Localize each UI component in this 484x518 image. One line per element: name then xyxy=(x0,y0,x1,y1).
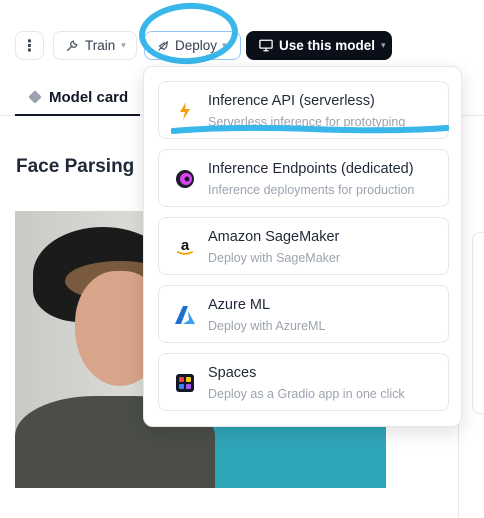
model-toolbar: ⋮ Train ▾ Deploy ▾ Use this model ▾ xyxy=(15,31,484,61)
menu-item-title: Inference API (serverless) xyxy=(208,93,375,109)
menu-item-subtitle: Deploy as a Gradio app in one click xyxy=(208,387,405,401)
train-label: Train xyxy=(85,38,116,53)
cube-icon xyxy=(28,90,42,104)
menu-item-inference-api[interactable]: Inference API (serverless) Serverless in… xyxy=(158,81,449,139)
wrench-icon xyxy=(66,39,78,51)
menu-item-amazon-sagemaker[interactable]: a Amazon SageMaker Deploy with SageMaker xyxy=(158,217,449,275)
tab-model-card-label: Model card xyxy=(49,88,129,106)
spaces-icon xyxy=(175,373,195,393)
monitor-icon xyxy=(259,39,273,52)
endpoints-icon xyxy=(175,169,195,189)
menu-item-title: Spaces xyxy=(208,365,257,381)
menu-item-azure-ml[interactable]: Azure ML Deploy with AzureML xyxy=(158,285,449,343)
svg-text:a: a xyxy=(181,237,190,254)
azure-icon xyxy=(175,305,195,325)
tab-model-card[interactable]: Model card xyxy=(15,80,140,116)
more-options-icon: ⋮ xyxy=(21,37,38,55)
menu-item-subtitle: Deploy with AzureML xyxy=(208,319,326,333)
menu-item-subtitle: Deploy with SageMaker xyxy=(208,251,341,265)
deploy-button[interactable]: Deploy ▾ xyxy=(144,31,241,60)
rocket-icon xyxy=(158,40,168,51)
menu-item-title: Azure ML xyxy=(208,297,271,313)
right-sidebar-card xyxy=(472,232,484,414)
chevron-down-icon: ▾ xyxy=(381,40,386,50)
deploy-dropdown-menu: Inference API (serverless) Serverless in… xyxy=(143,66,462,427)
use-this-model-button[interactable]: Use this model ▾ xyxy=(246,31,392,60)
menu-item-inference-endpoints[interactable]: Inference Endpoints (dedicated) Inferenc… xyxy=(158,149,449,207)
menu-item-title: Inference Endpoints (dedicated) xyxy=(208,161,414,177)
page-title: Face Parsing xyxy=(16,156,135,177)
menu-item-subtitle: Serverless inference for prototyping xyxy=(208,115,406,129)
train-button[interactable]: Train ▾ xyxy=(53,31,137,60)
deploy-label: Deploy xyxy=(175,38,218,53)
amazon-icon: a xyxy=(175,237,195,257)
use-this-model-label: Use this model xyxy=(279,38,376,53)
menu-item-subtitle: Inference deployments for production xyxy=(208,183,415,197)
menu-item-title: Amazon SageMaker xyxy=(208,229,340,245)
chevron-down-icon: ▾ xyxy=(222,40,227,50)
menu-item-spaces[interactable]: Spaces Deploy as a Gradio app in one cli… xyxy=(158,353,449,411)
lightning-icon xyxy=(175,101,195,121)
more-options-button[interactable]: ⋮ xyxy=(15,31,44,60)
chevron-down-icon: ▾ xyxy=(121,40,126,50)
